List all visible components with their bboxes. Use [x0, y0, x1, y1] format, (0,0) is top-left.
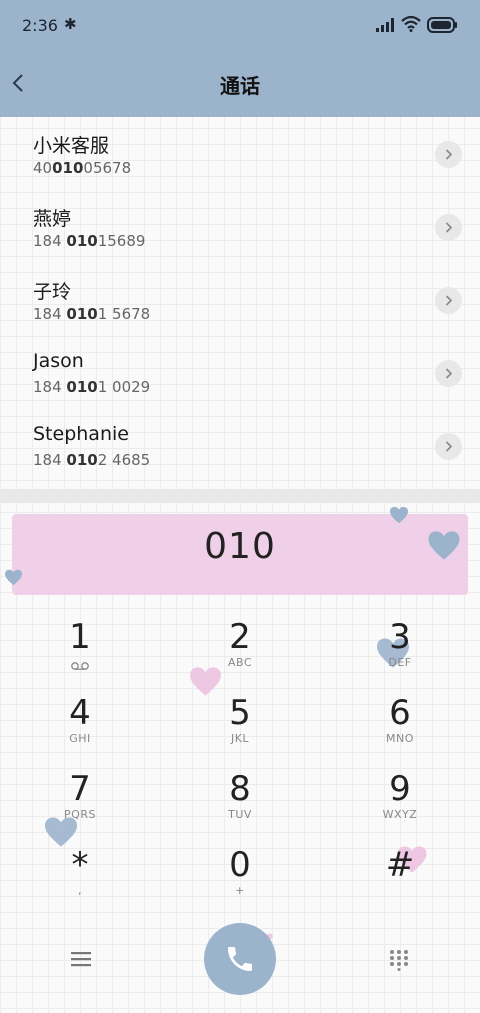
- contact-detail-button[interactable]: [435, 433, 462, 460]
- key-star[interactable]: * ,: [20, 846, 140, 918]
- phone-icon: [228, 947, 252, 971]
- key-6[interactable]: 6 MNO: [340, 694, 460, 766]
- heart-decoration-icon: [390, 506, 408, 524]
- status-time: 2:36: [22, 16, 58, 35]
- contact-row[interactable]: Jason 184 0101 0029: [0, 336, 480, 409]
- contact-detail-button[interactable]: [435, 141, 462, 168]
- heart-decoration-icon: [428, 531, 460, 560]
- chevron-right-icon: [445, 368, 453, 379]
- chevron-right-icon: [445, 295, 453, 306]
- status-bar: 2:36 ✱: [0, 0, 480, 52]
- contact-number: 4001005678: [33, 159, 132, 177]
- dialed-number: 010: [204, 526, 276, 567]
- contact-detail-button[interactable]: [435, 287, 462, 314]
- contact-name: 小米客服: [33, 135, 110, 157]
- contact-name: Jason: [33, 350, 84, 372]
- key-3[interactable]: 3 DEF: [340, 618, 460, 690]
- battery-icon: [427, 17, 457, 33]
- key-5[interactable]: 5 JKL: [180, 694, 300, 766]
- contact-number: 184 0101 5678: [33, 305, 151, 323]
- contact-name: 子玲: [33, 281, 72, 303]
- key-2[interactable]: 2 ABC: [180, 618, 300, 690]
- title-bar: 2:36 ✱ 通话: [0, 0, 480, 117]
- chevron-right-icon: [445, 441, 453, 452]
- dial-input-display[interactable]: 010: [12, 514, 468, 595]
- contact-suggestion-list: 小米客服 4001005678 燕婷 184 01015689 子玲 184 0…: [0, 117, 480, 482]
- contact-detail-button[interactable]: [435, 214, 462, 241]
- key-9[interactable]: 9 WXYZ: [340, 770, 460, 842]
- contact-number: 184 01015689: [33, 232, 146, 250]
- key-1[interactable]: 1: [20, 618, 140, 690]
- voicemail-icon: [71, 662, 89, 670]
- contact-row[interactable]: 子玲 184 0101 5678: [0, 263, 480, 336]
- menu-icon[interactable]: [70, 950, 92, 968]
- page-title: 通话: [220, 74, 260, 98]
- key-0[interactable]: 0 +: [180, 846, 300, 918]
- contact-row[interactable]: 燕婷 184 01015689: [0, 190, 480, 263]
- contact-row[interactable]: 小米客服 4001005678: [0, 117, 480, 190]
- heart-decoration-icon: [5, 569, 22, 586]
- contact-name: Stephanie: [33, 423, 129, 445]
- key-4[interactable]: 4 GHI: [20, 694, 140, 766]
- chevron-right-icon: [445, 222, 453, 233]
- contact-row[interactable]: Stephanie 184 0102 4685: [0, 409, 480, 482]
- list-divider: [0, 489, 480, 503]
- key-hash[interactable]: #: [340, 846, 460, 918]
- dialpad-icon[interactable]: [388, 949, 410, 971]
- call-button[interactable]: [204, 923, 276, 995]
- key-7[interactable]: 7 PQRS: [20, 770, 140, 842]
- chevron-right-icon: [445, 149, 453, 160]
- signal-icon: [376, 18, 394, 32]
- bluetooth-icon: ✱: [64, 15, 77, 33]
- wifi-icon: [401, 15, 421, 32]
- contact-name: 燕婷: [33, 208, 72, 230]
- contact-detail-button[interactable]: [435, 360, 462, 387]
- contact-number: 184 0101 0029: [33, 378, 151, 396]
- contact-number: 184 0102 4685: [33, 451, 151, 469]
- key-8[interactable]: 8 TUV: [180, 770, 300, 842]
